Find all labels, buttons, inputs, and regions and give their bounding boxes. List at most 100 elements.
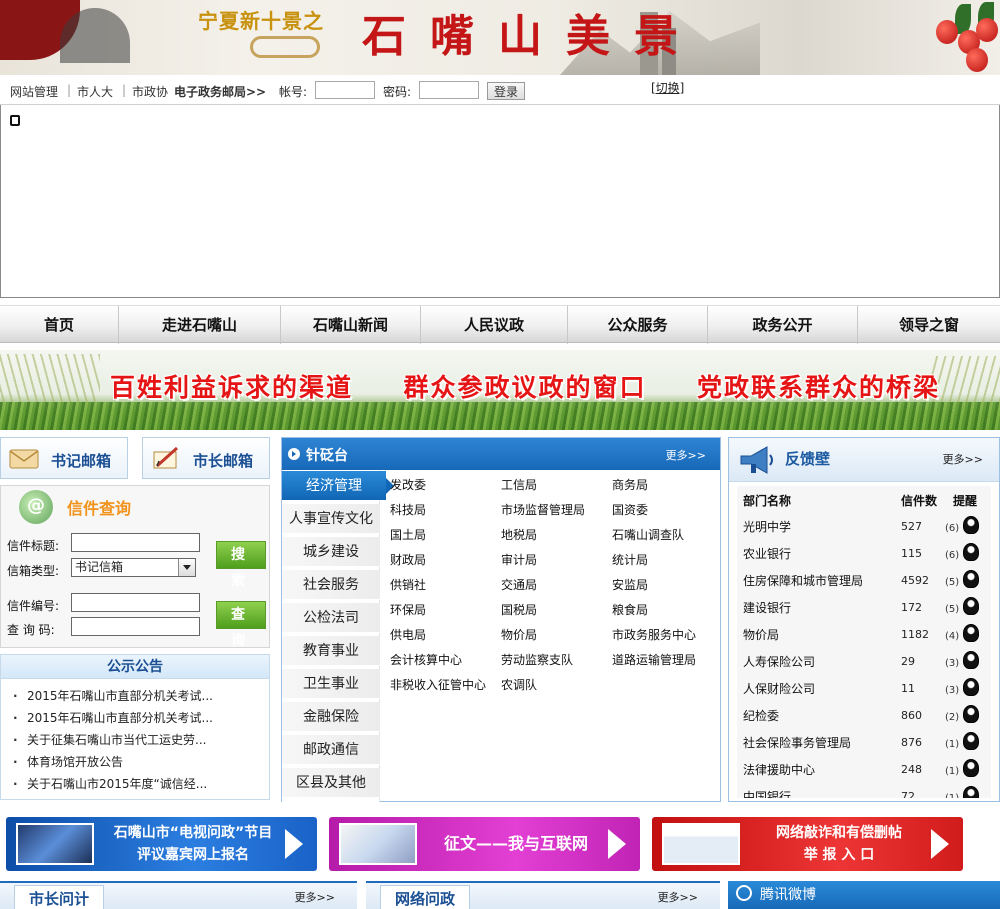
table-row[interactable]: 社会保险事务管理局 876 (1) (737, 730, 991, 757)
tab-districts-other[interactable]: 区县及其他 (282, 768, 380, 798)
department-link[interactable]: 会计核算中心 (390, 651, 462, 668)
login-button[interactable]: 登录 (487, 82, 525, 100)
bell-icon[interactable] (963, 597, 979, 615)
online-gov-more-link[interactable]: 更多>> (658, 889, 698, 905)
department-link[interactable]: 商务局 (612, 476, 648, 493)
bell-icon[interactable] (963, 786, 979, 798)
tab-urban-rural[interactable]: 城乡建设 (282, 537, 380, 567)
department-link[interactable]: 石嘴山调查队 (612, 526, 684, 543)
department-link[interactable]: 交通局 (501, 576, 537, 593)
account-input[interactable] (315, 81, 375, 99)
dept-name[interactable]: 物价局 (743, 626, 779, 643)
nav-gov-affairs[interactable]: 政务公开 (708, 306, 858, 344)
table-row[interactable]: 光明中学 527 (6) (737, 514, 991, 541)
e-gov-mail-link[interactable]: 电子政务邮局>> (174, 83, 266, 100)
department-link[interactable]: 统计局 (612, 551, 648, 568)
mayor-ask-title[interactable]: 市长问计 (14, 885, 105, 909)
department-link[interactable]: 国税局 (501, 601, 537, 618)
letter-number-input[interactable] (71, 593, 200, 612)
department-link[interactable]: 环保局 (390, 601, 426, 618)
dept-name[interactable]: 纪检委 (743, 707, 779, 724)
notice-item[interactable]: 关于征集石嘴山市当代工运史劳... (13, 729, 269, 751)
notice-item[interactable]: 2015年石嘴山市直部分机关考试... (13, 707, 269, 729)
department-link[interactable]: 地税局 (501, 526, 537, 543)
bell-icon[interactable] (963, 678, 979, 696)
bell-icon[interactable] (963, 759, 979, 777)
site-admin-link[interactable]: 网站管理 (10, 83, 58, 100)
subject-input[interactable] (71, 533, 200, 552)
tv-politics-banner[interactable]: 石嘴山市“电视问政”节目 评议嘉宾网上报名 (6, 817, 317, 871)
bell-icon[interactable] (963, 651, 979, 669)
query-code-input[interactable] (71, 617, 200, 636)
mayor-mailbox-button[interactable]: 市长邮箱 (142, 437, 270, 479)
tab-postal[interactable]: 邮政通信 (282, 735, 380, 765)
dept-name[interactable]: 中国银行 (743, 788, 791, 798)
department-link[interactable]: 道路运输管理局 (612, 651, 696, 668)
department-link[interactable]: 物价局 (501, 626, 537, 643)
department-link[interactable]: 国资委 (612, 501, 648, 518)
table-row[interactable]: 中国银行 72 (1) (737, 784, 991, 798)
query-button[interactable]: 查 询 (216, 601, 266, 649)
nav-leaders[interactable]: 领导之窗 (858, 306, 1000, 344)
nav-home[interactable]: 首页 (0, 306, 119, 344)
tab-health[interactable]: 卫生事业 (282, 669, 380, 699)
municipal-cppcc-link[interactable]: 市政协 (132, 83, 168, 100)
department-link[interactable]: 工信局 (501, 476, 537, 493)
department-link[interactable]: 市政务服务中心 (612, 626, 696, 643)
tab-judicial[interactable]: 公检法司 (282, 603, 380, 633)
nav-news[interactable]: 石嘴山新闻 (281, 306, 421, 344)
bell-icon[interactable] (963, 516, 979, 534)
bell-icon[interactable] (963, 570, 979, 588)
feedback-more-link[interactable]: 更多>> (943, 451, 983, 467)
department-link[interactable]: 劳动监察支队 (501, 651, 573, 668)
switch-link[interactable]: [切换] (651, 79, 684, 96)
dept-name[interactable]: 人寿保险公司 (743, 653, 815, 670)
department-link[interactable]: 供电局 (390, 626, 426, 643)
dept-name[interactable]: 光明中学 (743, 518, 791, 535)
tab-finance-insurance[interactable]: 金融保险 (282, 702, 380, 732)
department-link[interactable]: 审计局 (501, 551, 537, 568)
dept-name[interactable]: 农业银行 (743, 545, 791, 562)
fraud-report-banner[interactable]: 网络敲诈和有偿删帖 举 报 入 口 (652, 817, 963, 871)
table-row[interactable]: 纪检委 860 (2) (737, 703, 991, 730)
department-link[interactable]: 发改委 (390, 476, 426, 493)
department-link[interactable]: 粮食局 (612, 601, 648, 618)
department-link[interactable]: 农调队 (501, 676, 537, 693)
department-link[interactable]: 财政局 (390, 551, 426, 568)
essay-contest-banner[interactable]: 征文——我与互联网 (329, 817, 640, 871)
table-row[interactable]: 农业银行 115 (6) (737, 541, 991, 568)
tab-social-service[interactable]: 社会服务 (282, 570, 380, 600)
dept-name[interactable]: 建设银行 (743, 599, 791, 616)
notice-item[interactable]: 关于石嘴山市2015年度“诚信经... (13, 773, 269, 795)
bell-icon[interactable] (963, 543, 979, 561)
table-row[interactable]: 法律援助中心 248 (1) (737, 757, 991, 784)
tab-personnel-culture[interactable]: 人事宣传文化 (282, 504, 380, 534)
bell-icon[interactable] (963, 624, 979, 642)
table-row[interactable]: 人保财险公司 11 (3) (737, 676, 991, 703)
search-button[interactable]: 搜 索 (216, 541, 266, 589)
notice-item[interactable]: 体育场馆开放公告 (13, 751, 269, 773)
dept-name[interactable]: 人保财险公司 (743, 680, 815, 697)
secretary-mailbox-button[interactable]: 书记邮箱 (0, 437, 128, 479)
department-link[interactable]: 供销社 (390, 576, 426, 593)
mayor-ask-more-link[interactable]: 更多>> (295, 889, 335, 905)
password-input[interactable] (419, 81, 479, 99)
department-link[interactable]: 科技局 (390, 501, 426, 518)
notice-item[interactable]: 2015年石嘴山市直部分机关考试... (13, 685, 269, 707)
bell-icon[interactable] (963, 732, 979, 750)
mailbox-type-select[interactable]: 书记信箱 (71, 558, 196, 577)
department-link[interactable]: 非税收入征管中心 (390, 676, 486, 693)
zhenbiantai-more-link[interactable]: 更多>> (666, 447, 706, 463)
municipal-congress-link[interactable]: 市人大 (77, 83, 113, 100)
table-row[interactable]: 建设银行 172 (5) (737, 595, 991, 622)
tab-education[interactable]: 教育事业 (282, 636, 380, 666)
dept-name[interactable]: 社会保险事务管理局 (743, 734, 851, 751)
table-row[interactable]: 物价局 1182 (4) (737, 622, 991, 649)
dept-name[interactable]: 法律援助中心 (743, 761, 815, 778)
tab-economic-management[interactable]: 经济管理 (282, 471, 394, 501)
table-row[interactable]: 住房保障和城市管理局 4592 (5) (737, 568, 991, 595)
table-row[interactable]: 人寿保险公司 29 (3) (737, 649, 991, 676)
dept-name[interactable]: 住房保障和城市管理局 (743, 572, 863, 589)
department-link[interactable]: 市场监督管理局 (501, 501, 585, 518)
nav-people-deliberation[interactable]: 人民议政 (421, 306, 568, 344)
